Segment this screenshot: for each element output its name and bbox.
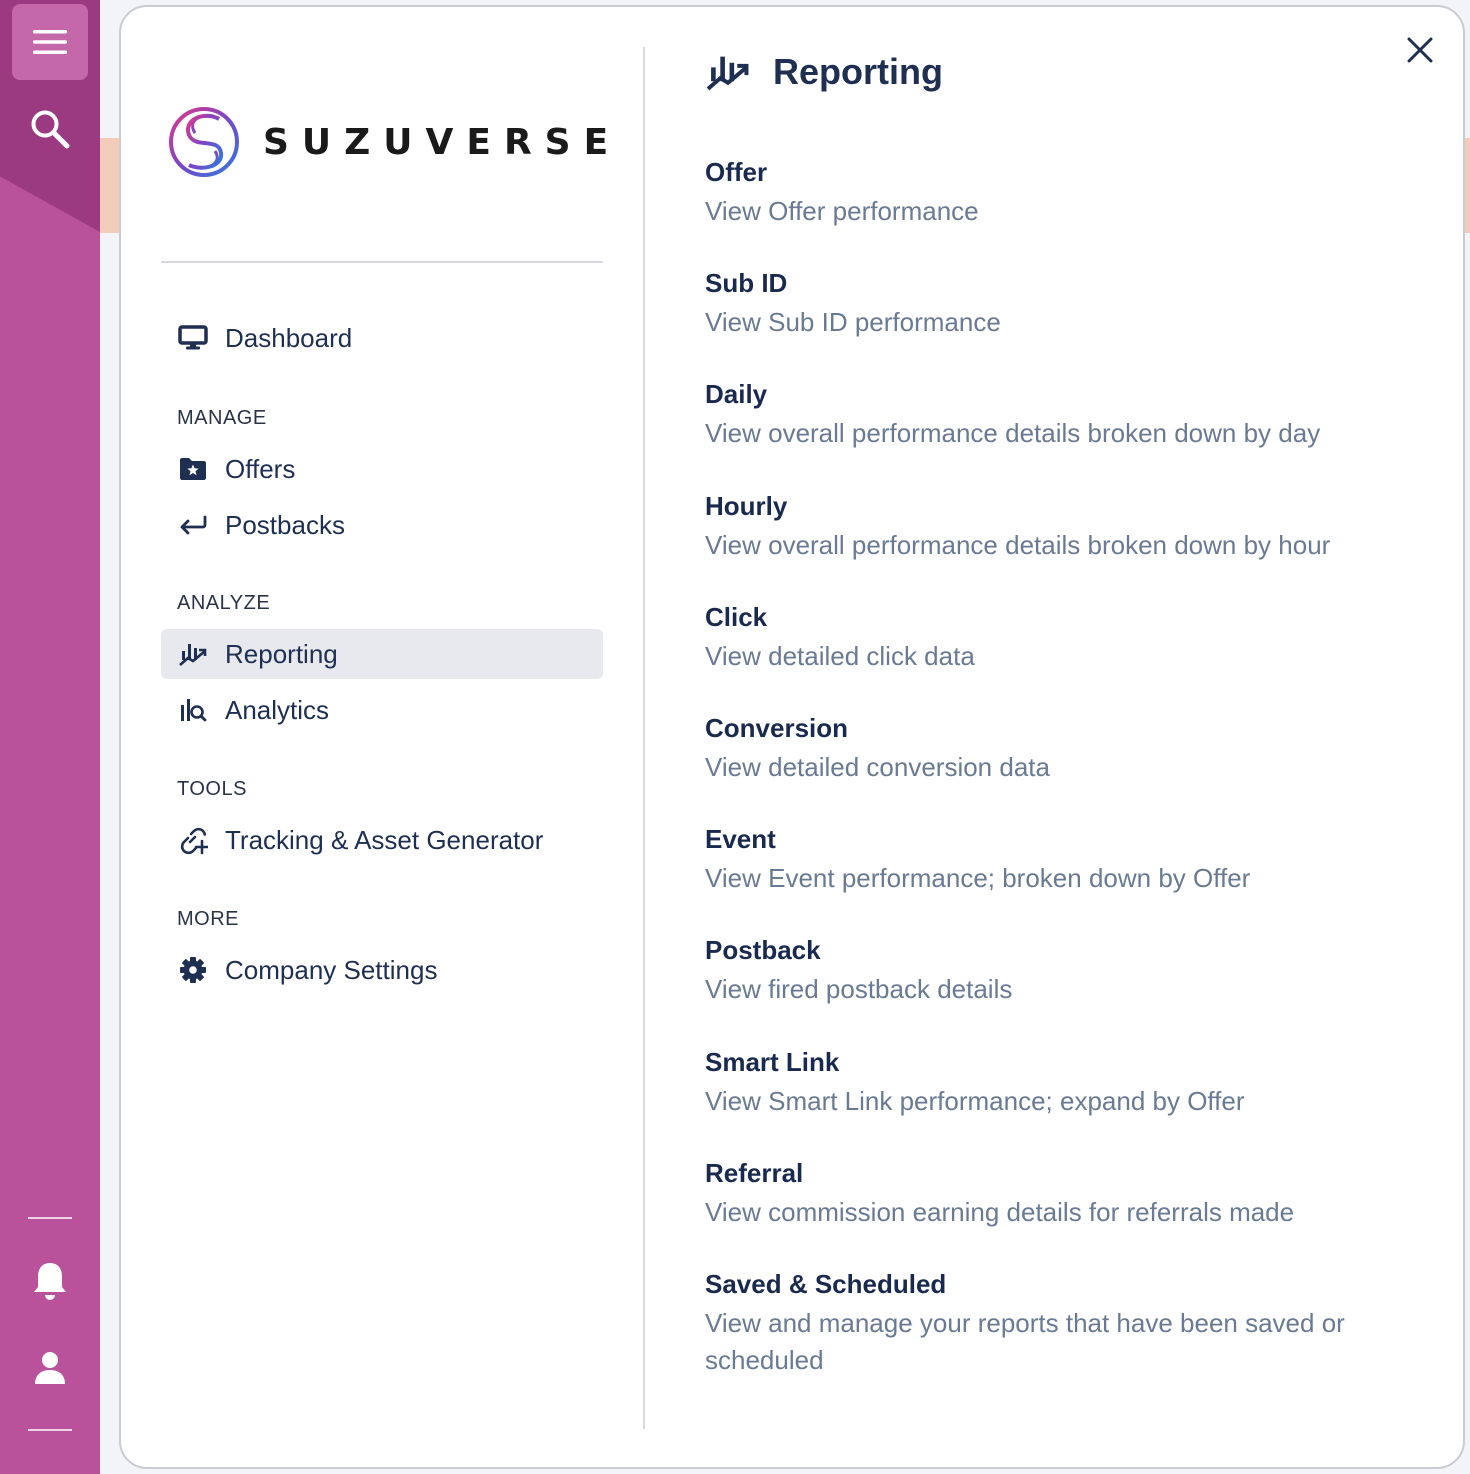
report-description: View detailed conversion data: [705, 752, 1050, 782]
nav-label-postbacks: Postbacks: [225, 509, 345, 540]
menu-button[interactable]: [12, 4, 88, 80]
report-title: Event: [705, 824, 776, 854]
monitor-icon: [177, 322, 209, 354]
logo-divider: [161, 261, 603, 263]
search-button[interactable]: [0, 108, 100, 150]
report-link-smart-link[interactable]: Smart Link View Smart Link performance; …: [705, 1045, 1385, 1120]
report-title: Sub ID: [705, 268, 788, 298]
nav-label-company-settings: Company Settings: [225, 954, 438, 985]
report-description: View overall performance details broken …: [705, 530, 1331, 560]
suzuverse-logo-icon: [169, 107, 239, 177]
report-description: View and manage your reports that have b…: [705, 1308, 1345, 1375]
search-icon: [31, 110, 70, 149]
close-icon: [1407, 37, 1433, 63]
chart-search-icon: [177, 694, 209, 726]
nav-label-reporting: Reporting: [225, 638, 338, 669]
report-title: Referral: [705, 1158, 804, 1188]
section-label-more: MORE: [177, 908, 239, 930]
chart-trend-icon: [706, 56, 749, 91]
nav-item-analytics[interactable]: Analytics: [161, 685, 603, 735]
return-arrow-icon: [177, 509, 209, 541]
nav-item-tracking[interactable]: Tracking & Asset Generator: [161, 815, 603, 865]
report-title: Offer: [705, 157, 768, 187]
nav-label-tracking: Tracking & Asset Generator: [225, 824, 544, 855]
section-label-tools: TOOLS: [177, 778, 247, 800]
report-description: View fired postback details: [705, 974, 1013, 1004]
nav-label-analytics: Analytics: [225, 694, 330, 725]
chart-trend-icon: [177, 638, 209, 670]
nav-item-postbacks[interactable]: Postbacks: [161, 500, 603, 550]
nav-item-offers[interactable]: Offers: [161, 444, 603, 494]
notifications-button[interactable]: [0, 1260, 100, 1302]
section-label-manage: MANAGE: [177, 407, 267, 429]
report-description: View Sub ID performance: [705, 307, 1001, 337]
brand-name: SUZUVERSE: [263, 121, 622, 163]
report-description: View Smart Link performance; expand by O…: [705, 1086, 1245, 1116]
nav-item-dashboard[interactable]: Dashboard: [161, 313, 603, 363]
report-description: View Event performance; broken down by O…: [705, 863, 1251, 893]
nav-item-reporting[interactable]: Reporting: [161, 629, 603, 679]
report-title: Conversion: [705, 713, 849, 743]
gear-icon: [177, 954, 209, 986]
navigation-modal: SUZUVERSE Dashboard MANAGE Offers Postba…: [119, 5, 1465, 1469]
column-divider: [643, 47, 645, 1429]
nav-label-dashboard: Dashboard: [225, 322, 353, 353]
close-button[interactable]: [1403, 33, 1437, 67]
report-title: Click: [705, 602, 768, 632]
nav-label-offers: Offers: [225, 453, 296, 484]
bell-icon: [34, 1263, 66, 1300]
hamburger-icon: [33, 30, 67, 54]
report-link-conversion[interactable]: Conversion View detailed conversion data: [705, 711, 1385, 786]
report-title: Smart Link: [705, 1047, 840, 1077]
rail-divider: [28, 1429, 72, 1431]
report-link-offer[interactable]: Offer View Offer performance: [705, 155, 1385, 230]
report-link-saved-scheduled[interactable]: Saved & Scheduled View and manage your r…: [705, 1267, 1385, 1379]
report-link-sub-id[interactable]: Sub ID View Sub ID performance: [705, 266, 1385, 341]
report-title: Saved & Scheduled: [705, 1269, 947, 1299]
user-icon: [35, 1352, 65, 1384]
reporting-title: Reporting: [773, 51, 943, 92]
report-link-daily[interactable]: Daily View overall performance details b…: [705, 377, 1385, 452]
reporting-header: Reporting: [705, 51, 943, 93]
report-link-postback[interactable]: Postback View fired postback details: [705, 933, 1385, 1008]
report-description: View detailed click data: [705, 641, 975, 671]
report-description: View commission earning details for refe…: [705, 1197, 1295, 1227]
report-link-hourly[interactable]: Hourly View overall performance details …: [705, 489, 1385, 564]
report-title: Hourly: [705, 491, 788, 521]
rail-divider: [28, 1217, 72, 1219]
report-description: View overall performance details broken …: [705, 418, 1321, 448]
report-title: Daily: [705, 379, 768, 409]
folder-star-icon: [177, 453, 209, 485]
brand-logo[interactable]: SUZUVERSE: [167, 105, 621, 179]
report-link-click[interactable]: Click View detailed click data: [705, 600, 1385, 675]
section-label-analyze: ANALYZE: [177, 592, 271, 614]
report-description: View Offer performance: [705, 196, 979, 226]
profile-button[interactable]: [0, 1350, 100, 1386]
link-plus-icon: [177, 824, 209, 856]
report-title: Postback: [705, 935, 821, 965]
report-link-event[interactable]: Event View Event performance; broken dow…: [705, 822, 1385, 897]
report-link-referral[interactable]: Referral View commission earning details…: [705, 1156, 1385, 1231]
left-rail: [0, 0, 100, 1474]
nav-item-company-settings[interactable]: Company Settings: [161, 945, 603, 995]
